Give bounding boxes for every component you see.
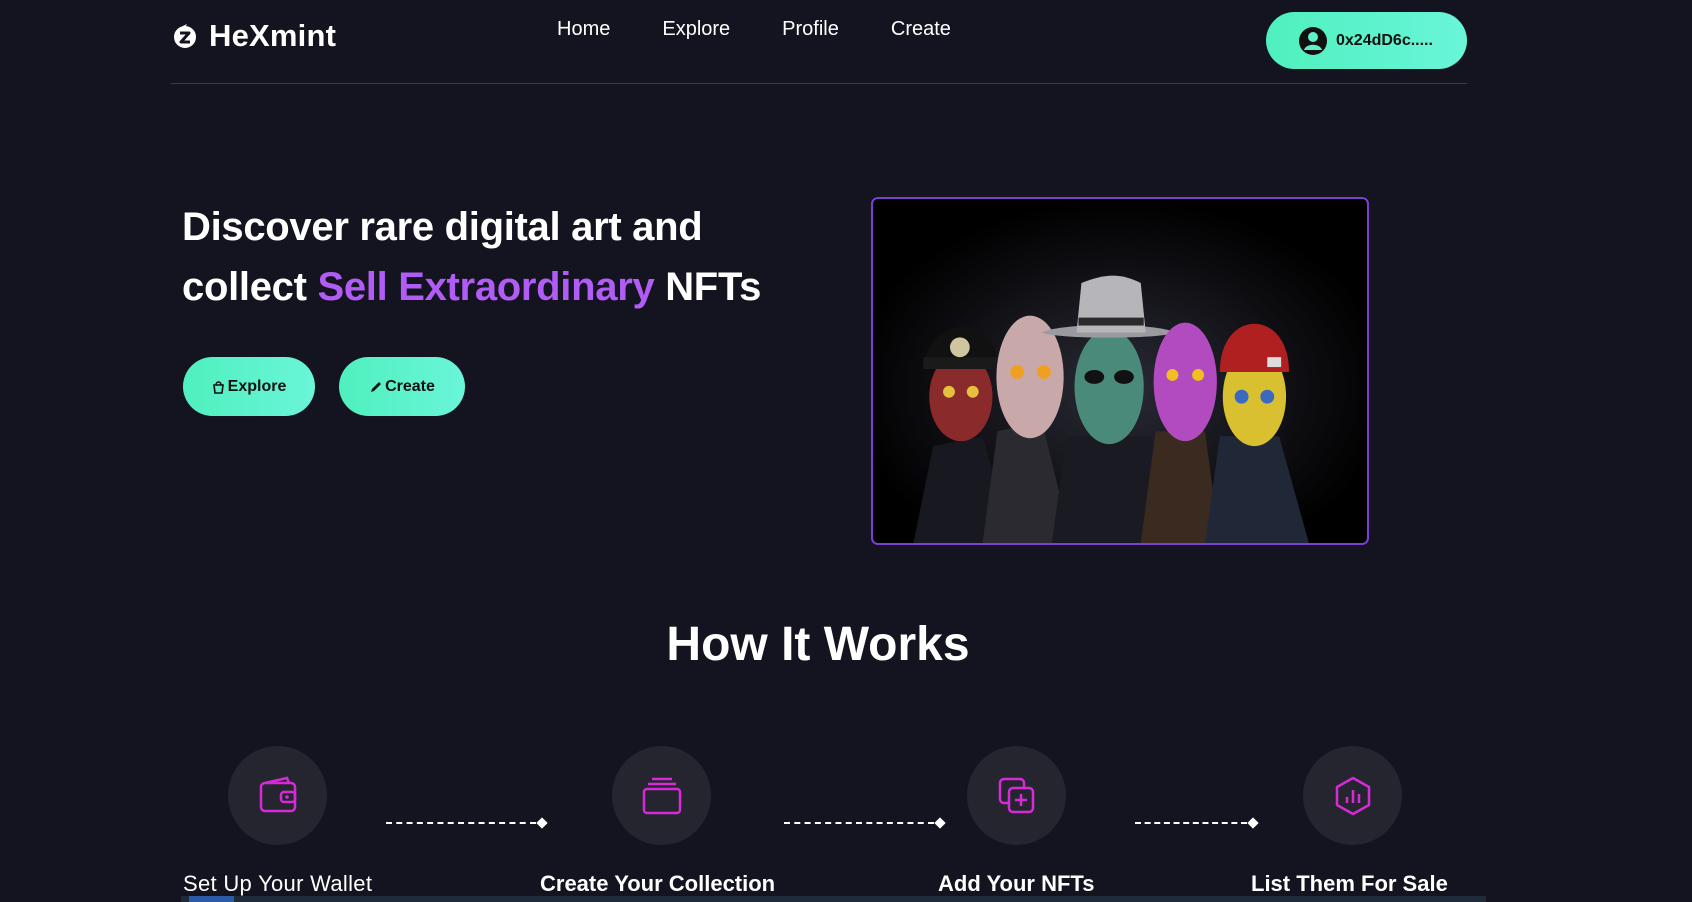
brand-name: HeXmint (209, 18, 337, 53)
nav-explore-link[interactable]: Explore (662, 18, 730, 41)
step-add-nft-circle (967, 746, 1066, 845)
hero-create-button[interactable]: Create (339, 357, 465, 416)
top-navbar: HeXmint Home Explore Profile Create 0x24… (171, 0, 1467, 84)
pencil-icon (371, 381, 382, 392)
hero-create-label: Create (385, 377, 435, 395)
wallet-address: 0x24dD6c..... (1336, 31, 1433, 49)
wallet-button[interactable]: 0x24dD6c..... (1266, 12, 1467, 69)
step-label-collection: Create Your Collection (540, 871, 776, 896)
step-list-circle (1303, 746, 1402, 845)
collection-icon (642, 777, 681, 814)
wallet-icon (259, 776, 296, 812)
flame-logo-icon (174, 24, 196, 48)
main-nav: Home Explore Profile Create (557, 18, 951, 41)
step-label-add-nfts: Add Your NFTs (938, 871, 1095, 896)
step-connector-3 (1135, 817, 1259, 829)
hero-title-highlight: Sell Extraordinary (317, 265, 655, 309)
horizontal-scrollbar[interactable] (181, 896, 1486, 902)
user-avatar-icon (1299, 26, 1327, 55)
nav-profile-link[interactable]: Profile (782, 18, 839, 41)
connector-diamond (934, 817, 946, 829)
step-label-wallet: Set Up Your Wallet (183, 871, 373, 896)
brand[interactable]: HeXmint (171, 18, 336, 54)
step-collection-circle (612, 746, 711, 845)
hero-title-part2: NFTs (654, 265, 762, 309)
hero-explore-label: Explore (227, 377, 287, 395)
step-wallet-circle (228, 746, 327, 845)
hero-title: Discover rare digital art and collect Se… (182, 197, 822, 317)
bag-icon (212, 380, 224, 394)
nav-create-link[interactable]: Create (891, 18, 951, 41)
chart-hexagon-icon (1335, 776, 1370, 815)
scrollbar-thumb[interactable] (189, 896, 234, 902)
hero-nft-image (871, 197, 1369, 545)
hero-explore-button[interactable]: Explore (183, 357, 315, 416)
add-nft-icon (998, 777, 1034, 813)
connector-diamond (1247, 817, 1259, 829)
connector-diamond (536, 817, 548, 829)
step-label-list-for-sale: List Them For Sale (1251, 871, 1448, 896)
step-connector-2 (784, 817, 946, 829)
nav-home-link[interactable]: Home (557, 18, 610, 41)
alien-group-illustration (873, 199, 1367, 543)
how-it-works-title: How It Works (666, 618, 970, 671)
step-connector-1 (386, 817, 548, 829)
